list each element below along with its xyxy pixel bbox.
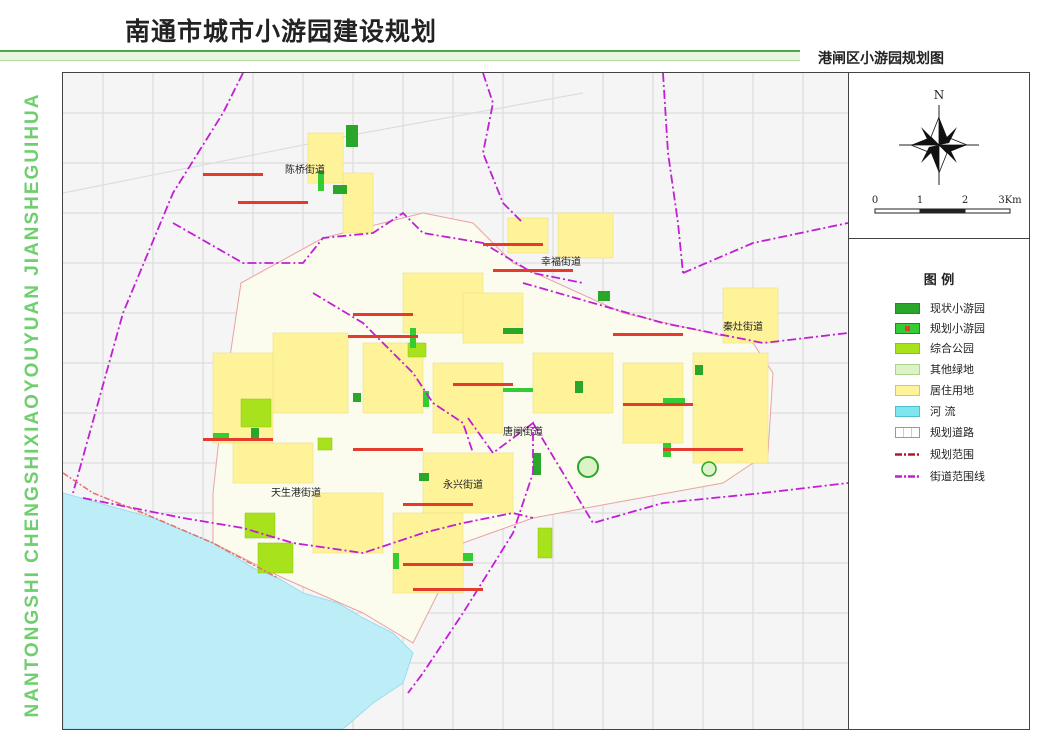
legend-label-planning-boundary: 规划范围 (930, 448, 974, 461)
map-canvas[interactable]: 陈桥街道 幸福街道 秦灶街道 唐闸街道 永兴街道 天生港街道 (63, 73, 848, 729)
street-label-qinzao: 秦灶街道 (723, 322, 763, 333)
roundabout-park (577, 456, 599, 478)
legend-item-street-boundary: 街道范围线 (895, 469, 985, 483)
legend-swatch-residential (895, 384, 920, 396)
legend-panel: 图 例 现状小游园 规划小游园 综合公园 其他绿地 居住用地 河 流 规划道路 … (849, 239, 1029, 729)
map-subtitle: 港闸区小游园规划图 (818, 51, 944, 67)
title-underline (0, 50, 800, 61)
legend-swatch-planned-garden (895, 322, 920, 334)
legend-item-residential: 居住用地 (895, 383, 974, 397)
street-label-tangzha: 唐闸街道 (503, 427, 543, 438)
scale-tick-0: 0 (872, 195, 878, 206)
legend-swatch-river (895, 405, 920, 417)
compass-svg: N 0 1 2 3Km (872, 88, 1022, 214)
scale-bar: 0 1 2 3Km (872, 195, 1022, 214)
north-label: N (934, 88, 945, 102)
compass-panel: N 0 1 2 3Km (849, 73, 1029, 239)
legend-label-existing-garden: 现状小游园 (930, 302, 985, 315)
scale-tick-3: 3Km (998, 195, 1022, 206)
legend-item-river: 河 流 (895, 404, 956, 418)
legend-item-planned-road: 规划道路 (895, 425, 974, 439)
legend-title: 图 例 (923, 273, 955, 288)
legend-item-comprehensive-park: 综合公园 (895, 341, 974, 355)
legend-swatch-planned-road (895, 426, 920, 438)
legend-swatch-comprehensive-park (895, 342, 920, 354)
legend-label-street-boundary: 街道范围线 (930, 470, 985, 483)
scale-tick-2: 2 (962, 195, 968, 206)
legend-label-planned-road: 规划道路 (930, 426, 974, 439)
legend-swatch-other-green (895, 363, 920, 375)
roundabout-east (701, 461, 717, 477)
legend-item-other-green: 其他绿地 (895, 362, 974, 376)
legend-item-existing-garden: 现状小游园 (895, 301, 985, 315)
side-banner: NANTONGSHI CHENGSHIXIAOYOUYUAN JIANSHEGU… (20, 82, 46, 727)
street-label-yongxing: 永兴街道 (443, 480, 483, 491)
legend-swatch-existing-garden (895, 302, 920, 314)
street-label-xingfu: 幸福街道 (541, 257, 581, 268)
legend-label-comprehensive-park: 综合公园 (930, 342, 974, 355)
side-banner-text: NANTONGSHI CHENGSHIXIAOYOUYUAN JIANSHEGU… (22, 92, 43, 717)
scale-tick-1: 1 (917, 195, 923, 206)
street-label-tianshenggang: 天生港街道 (271, 488, 321, 499)
page-title: 南通市城市小游园建设规划 (125, 17, 438, 46)
map-svg (63, 73, 848, 729)
street-label-chenqiao: 陈桥街道 (285, 165, 325, 176)
compass-rose-icon (910, 116, 968, 174)
legend-item-planning-boundary: 规划范围 (895, 447, 974, 461)
legend-label-planned-garden: 规划小游园 (930, 322, 985, 335)
legend-label-river: 河 流 (930, 405, 956, 418)
legend-item-planned-garden: 规划小游园 (895, 321, 985, 335)
legend-swatch-planning-boundary (895, 452, 920, 456)
legend-label-residential: 居住用地 (930, 384, 974, 397)
legend-label-other-green: 其他绿地 (930, 363, 974, 376)
legend-swatch-street-boundary (895, 474, 920, 478)
